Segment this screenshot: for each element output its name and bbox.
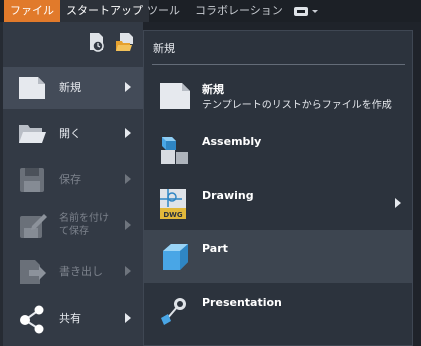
tab-file[interactable]: ファイル — [4, 0, 60, 22]
chevron-right-icon — [125, 220, 131, 230]
template-part[interactable]: Part — [144, 230, 412, 283]
file-menu-panel: 新規 開く 保存 名前を付け て保存 書き出し 共有 — [0, 22, 143, 346]
menu-item-label: 書き出し — [59, 265, 103, 278]
drawing-icon: DWG — [160, 189, 186, 219]
assembly-icon — [161, 137, 188, 164]
template-title: Part — [202, 242, 228, 255]
tab-collaboration[interactable]: コラボレーション — [195, 0, 283, 22]
dwg-badge: DWG — [163, 211, 183, 219]
template-presentation[interactable]: Presentation — [144, 284, 412, 337]
chevron-right-icon — [395, 198, 401, 208]
display-dropdown-icon[interactable] — [292, 4, 320, 18]
menu-item-save[interactable]: 保存 — [3, 159, 143, 201]
template-subtitle: テンプレートのリストからファイルを作成 — [202, 100, 392, 111]
menu-item-open[interactable]: 開く — [3, 113, 143, 155]
open-folder-icon — [19, 125, 46, 143]
menu-item-share[interactable]: 共有 — [3, 298, 143, 340]
recent-documents-icon[interactable] — [87, 32, 107, 52]
presentation-icon — [161, 298, 186, 325]
chevron-right-icon — [125, 174, 131, 184]
menu-item-label: 開く — [59, 127, 81, 140]
chevron-right-icon — [125, 313, 131, 323]
menu-item-export[interactable]: 書き出し — [3, 251, 143, 293]
new-document-icon — [160, 83, 190, 109]
new-document-icon — [19, 77, 45, 99]
save-as-line-1: 名前を付け — [59, 213, 109, 224]
new-submenu-panel: 新規 新規 テンプレートのリストからファイルを作成 Assembly DWG D… — [143, 30, 413, 346]
template-new[interactable]: 新規 テンプレートのリストからファイルを作成 — [144, 69, 412, 122]
save-as-icon — [20, 214, 47, 238]
chevron-right-icon — [125, 82, 131, 92]
part-icon — [163, 244, 188, 270]
menu-item-new[interactable]: 新規 — [3, 67, 143, 109]
chevron-right-icon — [125, 128, 131, 138]
panel-title: 新規 — [153, 42, 175, 55]
menu-item-label: 新規 — [59, 81, 81, 94]
template-title: Assembly — [202, 135, 262, 148]
save-as-line-2: て保存 — [59, 226, 89, 237]
template-title: 新規 — [202, 83, 224, 96]
menu-item-label: 保存 — [59, 173, 81, 186]
share-icon — [20, 305, 44, 334]
template-title: Presentation — [202, 296, 282, 309]
menu-item-label: 名前を付け て保存 — [59, 212, 109, 238]
save-icon — [20, 168, 44, 192]
open-recent-icon[interactable] — [115, 32, 135, 52]
menu-bar: ファイル スタートアップ ツール コラボレーション — [0, 0, 421, 22]
template-title: Drawing — [202, 189, 254, 202]
divider — [152, 64, 405, 65]
export-icon — [20, 260, 46, 284]
chevron-right-icon — [125, 266, 131, 276]
menu-item-save-as[interactable]: 名前を付け て保存 — [3, 205, 143, 247]
tab-tools[interactable]: ツール — [147, 0, 180, 22]
tab-startup[interactable]: スタートアップ — [60, 0, 149, 22]
menu-item-label: 共有 — [59, 312, 81, 325]
template-assembly[interactable]: Assembly — [144, 123, 412, 176]
template-drawing[interactable]: DWG Drawing — [144, 177, 412, 230]
